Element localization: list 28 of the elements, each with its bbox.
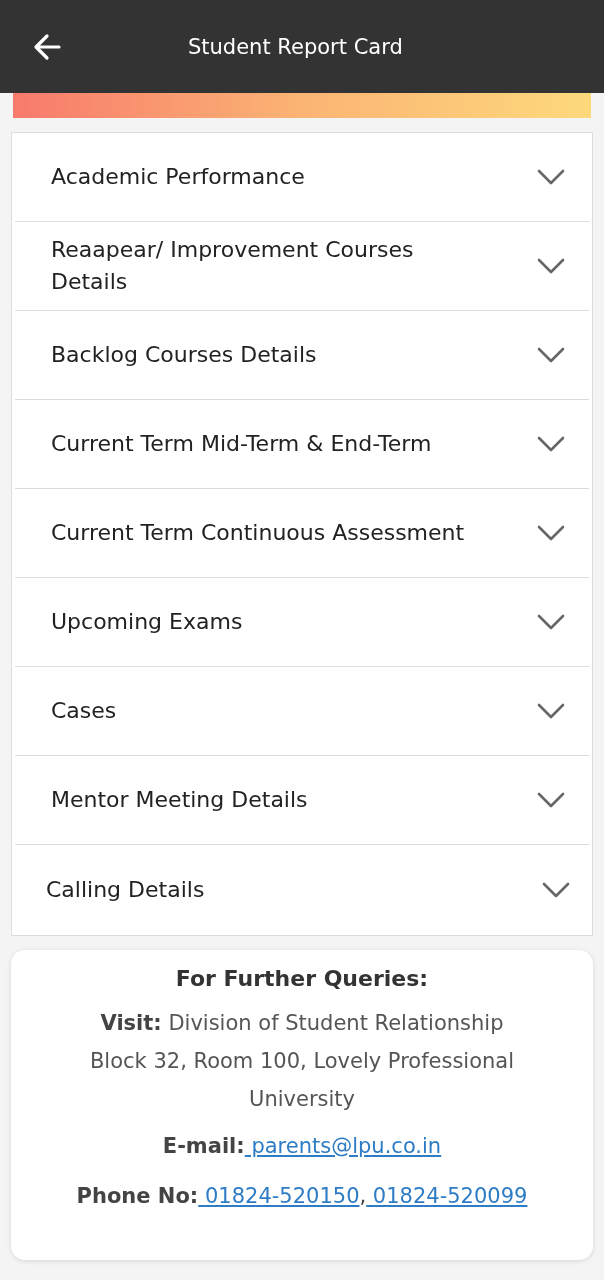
chevron-icon [537, 258, 565, 274]
accordion-item[interactable]: Calling Details [15, 845, 589, 935]
separator: , [359, 1184, 367, 1208]
accordion-item[interactable]: Upcoming Exams [15, 578, 589, 667]
phone-link[interactable]: 01824-520150 [198, 1184, 360, 1208]
chevron-icon [542, 882, 570, 898]
chevron-icon [537, 703, 565, 719]
back-arrow-icon[interactable] [32, 31, 62, 62]
phone-link[interactable]: 01824-520099 [366, 1184, 528, 1208]
accordion-item[interactable]: Backlog Courses Details [15, 311, 589, 400]
accordion-item[interactable]: Cases [15, 667, 589, 756]
accordion-item[interactable]: Academic Performance [15, 133, 589, 222]
chevron-icon [537, 169, 565, 185]
phone-label: Phone No: [76, 1184, 199, 1208]
chevron-icon [537, 525, 565, 541]
chevron-icon [537, 614, 565, 630]
visit-address: Visit: Division of Student Relationship Block 32, Room 100, Lovely Professional University [88, 1010, 516, 1113]
chevron-icon [537, 792, 565, 808]
email-label: E-mail: [162, 1134, 245, 1158]
accordion-item[interactable]: Reaapear/ Improvement Courses Details [15, 222, 589, 311]
accordion-item[interactable]: Mentor Meeting Details [15, 756, 589, 845]
screen-title: Student Report Card [188, 34, 403, 59]
accordion-item[interactable]: Current Term Continuous Assessment [15, 489, 589, 578]
queries-heading: For Further Queries: [174, 965, 430, 993]
chevron-icon [537, 436, 565, 452]
chevron-icon [537, 347, 565, 363]
email-link[interactable]: parents@lpu.co.in [244, 1134, 442, 1158]
accordion-item[interactable]: Current Term Mid-Term & End-Term [15, 400, 589, 489]
